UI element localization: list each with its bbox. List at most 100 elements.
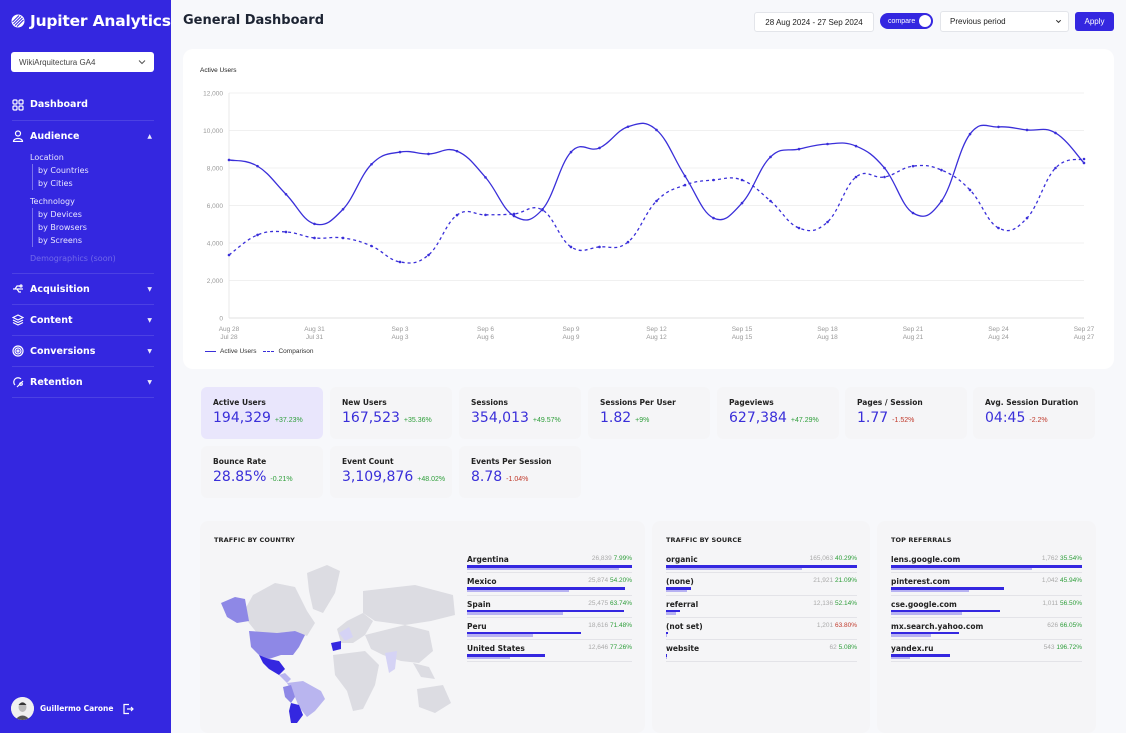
sidebar-nav: Dashboard Audience ▲ Location by Countri…: [12, 89, 154, 398]
item-count: 1,011: [1042, 599, 1059, 607]
kpi-card-sessions[interactable]: Sessions 354,013 +49.57%: [459, 387, 581, 439]
legend-active-users[interactable]: Active Users: [220, 348, 256, 355]
logout-icon[interactable]: [122, 703, 135, 715]
apply-button[interactable]: Apply: [1075, 12, 1114, 31]
item-current-bar: [666, 565, 857, 568]
list-item[interactable]: Argentina 26,839 7.99%: [467, 551, 632, 574]
map-canada: [243, 583, 315, 636]
submenu-by-cities[interactable]: by Cities: [38, 177, 154, 190]
kpi-delta: -1.52%: [892, 417, 915, 424]
brand[interactable]: Jupiter Analytics: [11, 12, 171, 30]
data-point-comparison: [1025, 216, 1029, 220]
sidebar-item-retention[interactable]: Retention ▼: [12, 367, 154, 398]
x-tick-label-comparison: Aug 9: [563, 334, 580, 341]
legend-swatch-dashed: [263, 351, 275, 352]
legend-comparison[interactable]: Comparison: [278, 348, 313, 355]
data-point-active-users: [626, 125, 630, 129]
kpi-card-event-count[interactable]: Event Count 3,109,876 +48.02%: [330, 446, 452, 498]
kpi-delta: +47.29%: [790, 417, 819, 424]
comparison-period-select[interactable]: Previous period: [940, 11, 1069, 32]
item-change-pct: 77.26%: [609, 644, 632, 652]
list-item[interactable]: referral 12,136 52.14%: [666, 596, 857, 618]
sidebar-item-conversions[interactable]: Conversions ▼: [12, 336, 154, 367]
item-change-pct: 7.99%: [613, 555, 632, 562]
item-name: organic: [666, 555, 698, 564]
x-tick-label: Sep 15: [732, 326, 753, 333]
kpi-label: Event Count: [342, 457, 394, 466]
map-spain: [331, 641, 341, 651]
list-item[interactable]: mx.search.yahoo.com 626 66.05%: [891, 618, 1082, 641]
item-count: 1,201: [816, 621, 834, 629]
user-photo-icon: [11, 697, 34, 720]
item-change-pct: 56.50%: [1059, 599, 1082, 607]
caret-down-icon: ▼: [147, 347, 152, 355]
item-previous-bar: [666, 656, 667, 660]
x-tick-label-comparison: Aug 6: [477, 334, 494, 341]
kpi-delta: -1.04%: [506, 476, 529, 483]
list-item[interactable]: (none) 21,921 21.09%: [666, 573, 857, 596]
kpi-card-avg-session-duration[interactable]: Avg. Session Duration 04:45 -2.2%: [973, 387, 1095, 439]
list-item[interactable]: cse.google.com 1,011 56.50%: [891, 596, 1082, 618]
kpi-card-events-per-session[interactable]: Events Per Session 8.78 -1.04%: [459, 446, 581, 498]
sidebar-item-label: Audience: [30, 130, 80, 142]
item-current-bar: [467, 654, 545, 657]
data-point-active-users: [997, 125, 1000, 129]
kpi-card-new-users[interactable]: New Users 167,523 +35.36%: [330, 387, 452, 439]
data-point-comparison: [997, 226, 1000, 230]
period-select-value: Previous period: [950, 17, 1006, 26]
kpi-row: 354,013 +49.57%: [471, 410, 569, 426]
data-point-active-users: [227, 158, 231, 162]
sidebar-item-acquisition[interactable]: Acquisition ▼: [12, 274, 154, 305]
compare-toggle[interactable]: compare: [880, 13, 933, 29]
item-previous-bar: [891, 567, 1033, 570]
data-point-active-users: [370, 162, 373, 166]
sidebar-item-dashboard[interactable]: Dashboard: [12, 89, 154, 121]
map-central-america: [279, 673, 291, 683]
x-tick-label: Sep 9: [563, 326, 580, 333]
item-previous-bar: [891, 634, 932, 637]
property-select[interactable]: WikiArquitectura GA4: [11, 52, 154, 72]
list-item[interactable]: (not set) 1,201 63.80%: [666, 618, 857, 641]
list-item[interactable]: pinterest.com 1,042 45.94%: [891, 573, 1082, 596]
active-users-chart[interactable]: 02,0004,0006,0008,00010,00012,000Aug 28J…: [183, 49, 1114, 369]
x-tick-label: Aug 31: [304, 326, 325, 333]
kpi-card-pageviews[interactable]: Pageviews 627,384 +47.29%: [717, 387, 839, 439]
list-item[interactable]: United States 12,646 77.26%: [467, 640, 632, 663]
data-point-comparison: [683, 183, 687, 187]
item-current-bar: [666, 609, 681, 613]
y-tick-label: 12,000: [203, 91, 223, 98]
chevron-down-icon: [138, 60, 146, 65]
data-point-active-users: [398, 150, 402, 154]
list-item[interactable]: Peru 18,616 71.48%: [467, 618, 632, 641]
submenu-by-countries[interactable]: by Countries: [38, 164, 154, 177]
x-tick-label: Sep 6: [477, 326, 494, 333]
kpi-delta: +9%: [635, 417, 650, 424]
list-item[interactable]: organic 165,063 40.29%: [666, 551, 857, 574]
submenu-by-devices[interactable]: by Devices: [38, 208, 154, 221]
data-point-active-users: [968, 132, 972, 136]
item-name: lens.google.com: [891, 555, 961, 564]
item-count: 165,063: [809, 555, 834, 562]
item-name: website: [666, 644, 700, 654]
list-item[interactable]: Mexico 25,874 54.20%: [467, 573, 632, 596]
list-item[interactable]: lens.google.com 1,762 35.54%: [891, 551, 1082, 574]
data-point-comparison: [512, 212, 516, 216]
kpi-card-sessions-per-user[interactable]: Sessions Per User 1.82 +9%: [588, 387, 710, 439]
kpi-card-bounce-rate[interactable]: Bounce Rate 28.85% -0.21%: [201, 446, 323, 498]
avatar[interactable]: [11, 697, 34, 720]
date-range-input[interactable]: 28 Aug 2024 - 27 Sep 2024: [754, 12, 874, 32]
submenu-by-browsers[interactable]: by Browsers: [38, 221, 154, 234]
panel-title: TOP REFERRALS: [891, 536, 952, 544]
list-item[interactable]: yandex.ru 543 196.72%: [891, 640, 1082, 663]
list-item[interactable]: Spain 25,475 63.74%: [467, 596, 632, 618]
data-point-comparison: [598, 245, 601, 249]
submenu-by-screens[interactable]: by Screens: [38, 234, 154, 247]
map-india: [385, 651, 397, 673]
list-item[interactable]: website 62 5.08%: [666, 640, 857, 663]
kpi-card-active-users[interactable]: Active Users 194,329 +37.23%: [201, 387, 323, 439]
world-map[interactable]: [215, 551, 458, 723]
sidebar-item-audience[interactable]: Audience ▲: [12, 121, 154, 151]
map-usa: [249, 631, 305, 659]
kpi-card-pages-session[interactable]: Pages / Session 1.77 -1.52%: [845, 387, 967, 439]
sidebar-item-content[interactable]: Content ▼: [12, 305, 154, 336]
